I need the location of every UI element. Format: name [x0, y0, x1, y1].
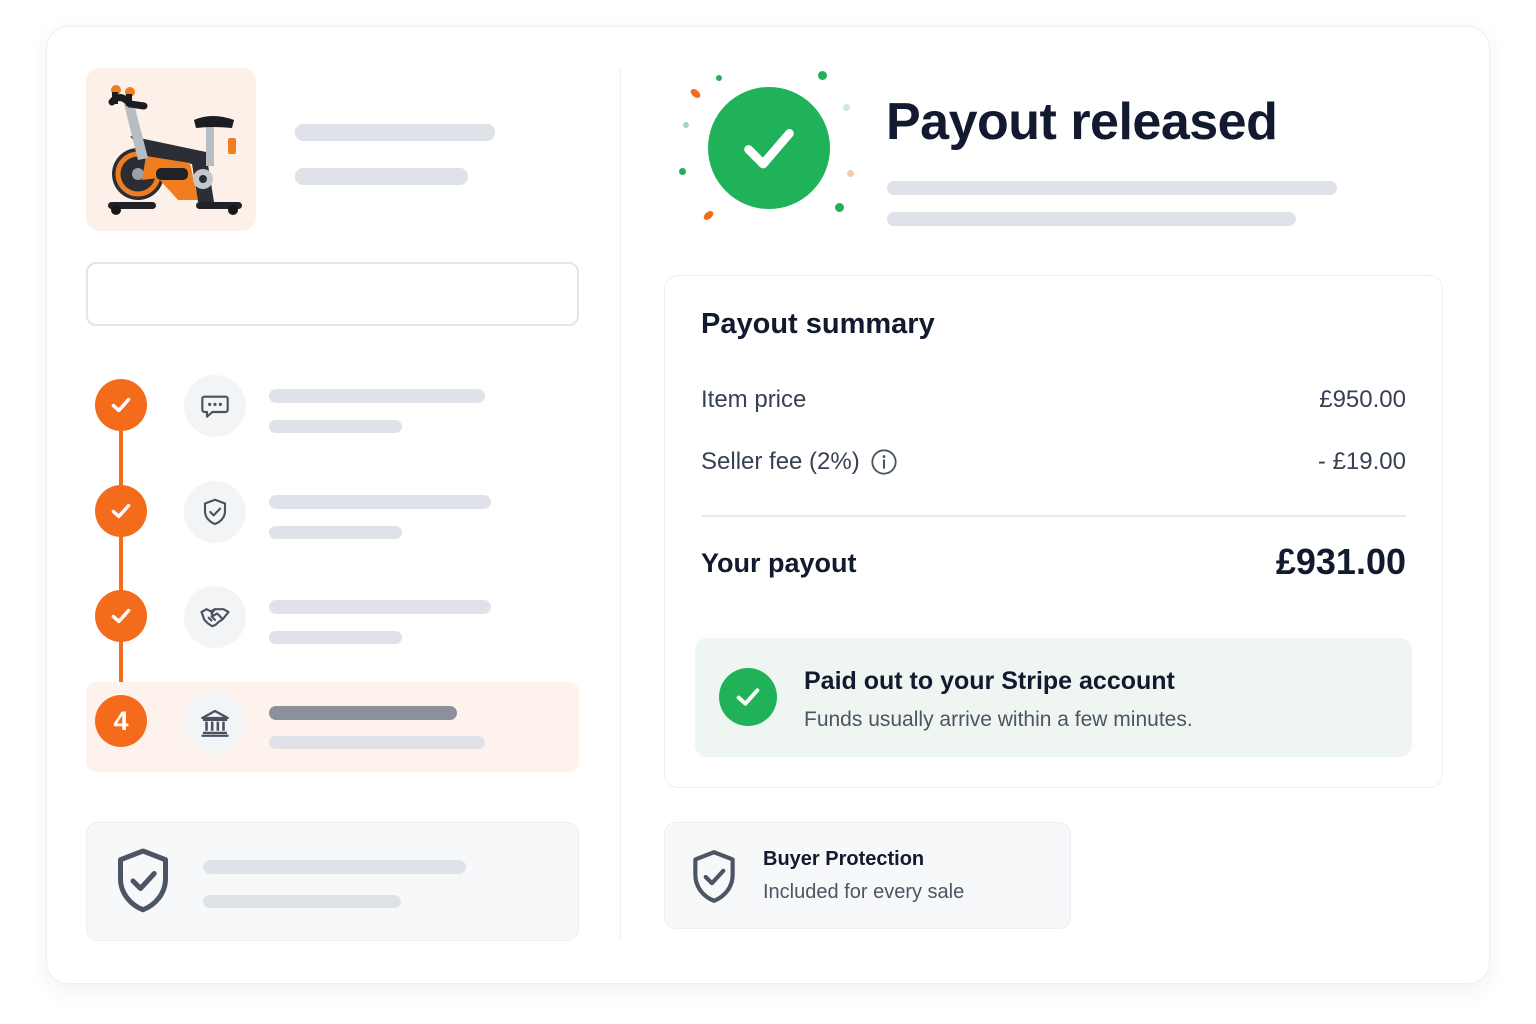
shield-check-icon [113, 846, 173, 921]
summary-divider [701, 515, 1406, 517]
product-subtitle-placeholder [295, 168, 468, 185]
shield-check-icon [203, 498, 227, 526]
step-3-subtitle-placeholder [269, 631, 402, 644]
handshake-icon [200, 608, 230, 628]
step-3-icon [184, 586, 246, 648]
seller-fee-label-text: Seller fee (2%) [701, 448, 860, 475]
item-price-label-text: Item price [701, 386, 807, 413]
step-1-icon [184, 375, 246, 437]
seller-fee-label: Seller fee (2%) [701, 448, 898, 476]
check-icon [111, 397, 131, 413]
hero-subtitle-placeholder-2 [887, 212, 1296, 226]
column-divider [620, 68, 621, 940]
hero-subtitle-placeholder [887, 181, 1337, 195]
step-4-current-badge: 4 [95, 695, 147, 747]
step-4-title-placeholder [269, 706, 457, 720]
shield-check-icon [689, 848, 739, 911]
step-1-complete-badge [95, 379, 147, 431]
check-icon [111, 503, 131, 519]
step-1-subtitle-placeholder [269, 420, 402, 433]
check-icon [111, 608, 131, 624]
step-4-icon [184, 692, 246, 754]
step-2-subtitle-placeholder [269, 526, 402, 539]
step-current-highlight [86, 682, 579, 772]
info-icon[interactable] [870, 448, 898, 476]
payout-total-value: £931.00 [1275, 541, 1406, 582]
bank-icon [201, 709, 229, 737]
step-4-subtitle-placeholder [269, 736, 485, 749]
summary-title: Payout summary [701, 308, 935, 340]
item-price-value: £950.00 [1319, 386, 1406, 413]
item-price-label: Item price [701, 386, 806, 414]
product-title-placeholder [295, 124, 495, 141]
seller-fee-value: - £19.00 [1317, 448, 1406, 475]
chat-bubble-icon [201, 395, 229, 418]
message-input[interactable] [86, 262, 579, 326]
step-1-title-placeholder [269, 389, 485, 403]
page-title: Payout released [886, 93, 1278, 151]
buyer-protection-title: Buyer Protection [763, 848, 925, 870]
step-2-title-placeholder [269, 495, 491, 509]
product-image [86, 68, 256, 231]
step-2-complete-badge [95, 485, 147, 537]
check-circle-icon [719, 668, 777, 726]
success-check-icon [708, 87, 830, 209]
stripe-payout-notice [695, 638, 1412, 757]
protection-title-placeholder [203, 860, 466, 874]
buyer-protection-subtitle: Included for every sale [763, 881, 965, 903]
stripe-notice-subtitle: Funds usually arrive within a few minute… [804, 708, 1193, 731]
step-2-icon [184, 481, 246, 543]
payout-total-label: Your payout [701, 548, 857, 578]
progress-line [119, 405, 123, 721]
step-3-complete-badge [95, 590, 147, 642]
step-3-title-placeholder [269, 600, 491, 614]
protection-subtitle-placeholder [203, 895, 401, 908]
exercise-bike-icon [108, 85, 242, 215]
stripe-notice-title: Paid out to your Stripe account [804, 667, 1175, 695]
